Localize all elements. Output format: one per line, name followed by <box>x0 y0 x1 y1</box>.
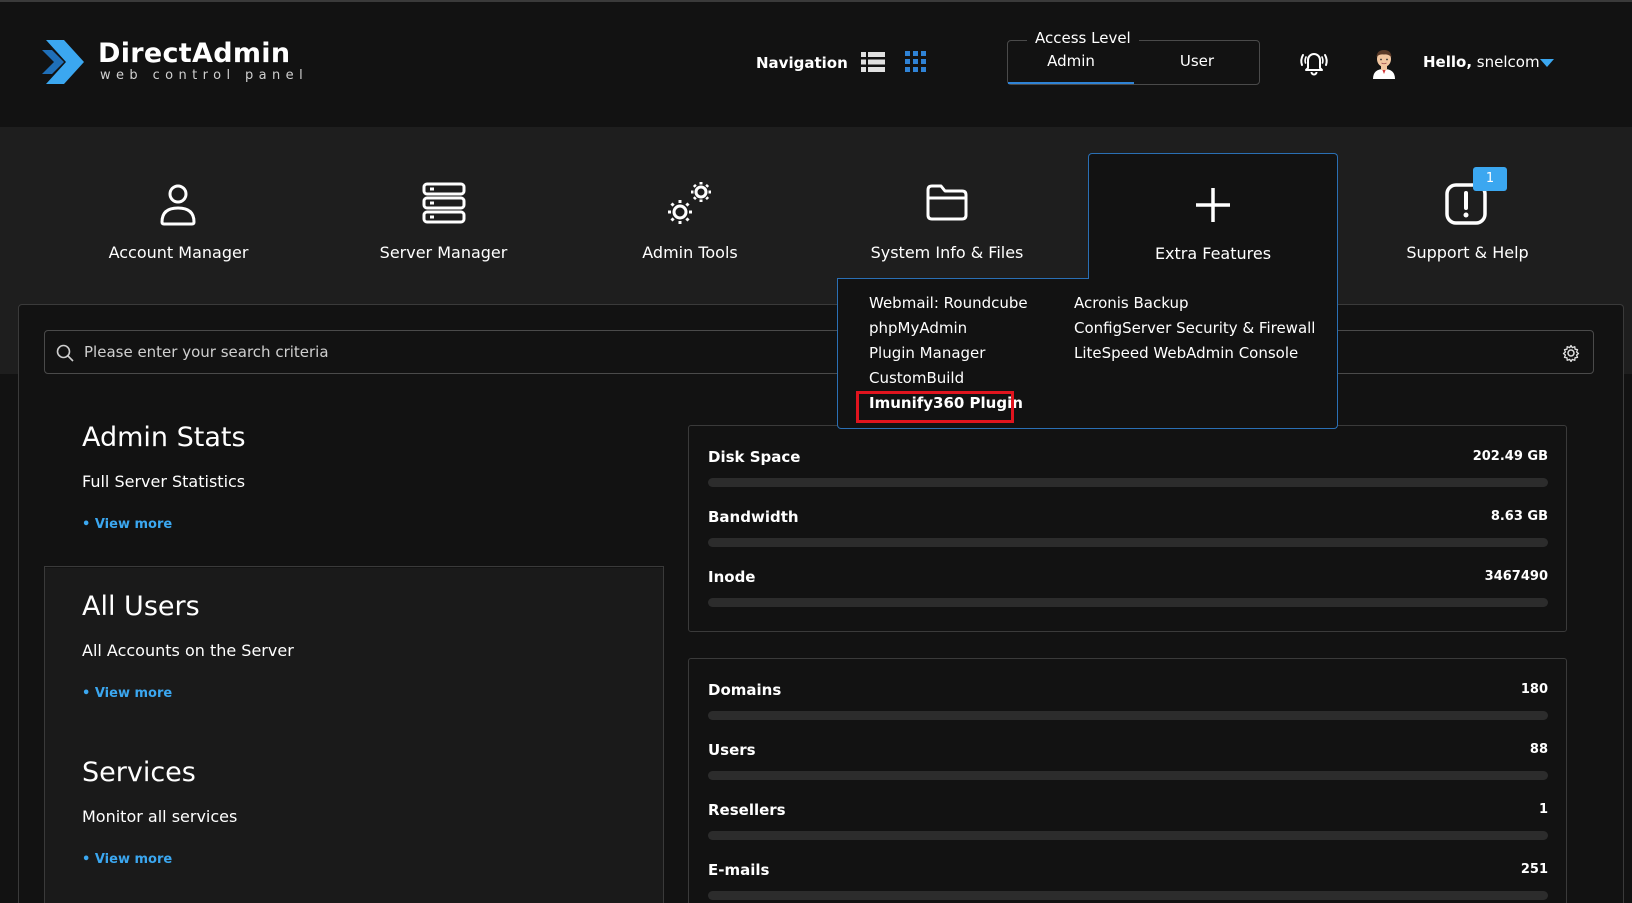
notification-bell-icon[interactable] <box>1298 47 1330 77</box>
menu-label-system-info-files: System Info & Files <box>870 243 1024 262</box>
menu-label-account-manager: Account Manager <box>108 243 249 262</box>
card-title: Services <box>82 757 196 788</box>
view-more-link[interactable]: View more <box>82 686 172 701</box>
access-level-user[interactable]: User <box>1134 52 1260 70</box>
grid-view-icon[interactable] <box>905 51 927 73</box>
card-subtitle: Full Server Statistics <box>82 472 246 491</box>
access-level-selected-indicator <box>1008 82 1134 84</box>
access-level-admin[interactable]: Admin <box>1008 52 1134 70</box>
stat-value-inode: 3467490 <box>1484 569 1548 584</box>
inode-bar <box>708 598 1548 607</box>
stat-label-resellers: Resellers <box>708 801 786 819</box>
stat-label-domains: Domains <box>708 681 782 699</box>
user-icon <box>160 184 196 226</box>
brand-name: DirectAdmin <box>98 38 291 69</box>
users-services-card: All Users All Accounts on the Server Vie… <box>45 568 663 903</box>
search-settings-gear-icon[interactable] <box>1562 344 1580 362</box>
counts-box: Domains 180 Users 88 Resellers 1 E-mails… <box>688 658 1567 903</box>
support-notification-badge: 1 <box>1473 167 1507 191</box>
menu-label-server-manager: Server Manager <box>379 243 508 262</box>
card-subtitle: Monitor all services <box>82 807 238 826</box>
usage-stats-box: Disk Space 202.49 GB Bandwidth 8.63 GB I… <box>688 425 1567 632</box>
stat-value-emails: 251 <box>1520 862 1548 877</box>
stat-label-emails: E-mails <box>708 861 770 879</box>
dropdown-item-litespeed-console[interactable]: LiteSpeed WebAdmin Console <box>1074 344 1298 362</box>
stat-value-domains: 180 <box>1520 682 1548 697</box>
search-icon <box>56 344 74 362</box>
brand-tagline: web control panel <box>100 68 309 83</box>
menu-label-extra-features: Extra Features <box>1154 244 1272 263</box>
dropdown-item-acronis-backup[interactable]: Acronis Backup <box>1074 294 1189 312</box>
users-bar <box>708 771 1548 780</box>
dropdown-item-phpmyadmin[interactable]: phpMyAdmin <box>869 319 967 337</box>
stat-label-disk-space: Disk Space <box>708 448 801 466</box>
username: snelcom <box>1476 53 1540 71</box>
greeting-text: Hello, <box>1423 53 1473 71</box>
list-view-icon[interactable] <box>861 51 885 73</box>
dropdown-item-webmail-roundcube[interactable]: Webmail: Roundcube <box>869 294 1028 312</box>
emails-bar <box>708 891 1548 900</box>
stat-value-bandwidth: 8.63 GB <box>1490 509 1548 524</box>
stat-label-users: Users <box>708 741 756 759</box>
admin-stats-card: Admin Stats Full Server Statistics View … <box>44 399 664 567</box>
user-greeting[interactable]: Hello, snelcom <box>1423 53 1540 71</box>
disk-space-bar <box>708 478 1548 487</box>
gears-icon <box>668 182 711 224</box>
dropdown-item-custombuild[interactable]: CustomBuild <box>869 369 964 387</box>
stat-label-inode: Inode <box>708 568 756 586</box>
avatar[interactable] <box>1370 47 1398 79</box>
server-icon <box>422 182 466 224</box>
plus-icon <box>1196 188 1230 222</box>
user-menu-chevron-down-icon[interactable] <box>1540 59 1554 67</box>
bandwidth-bar <box>708 538 1548 547</box>
dropdown-top-border <box>837 278 1089 279</box>
directadmin-logo-icon <box>42 40 84 84</box>
resellers-bar <box>708 831 1548 840</box>
menu-label-admin-tools: Admin Tools <box>642 243 738 262</box>
card-title: All Users <box>82 591 200 622</box>
dropdown-item-configserver-firewall[interactable]: ConfigServer Security & Firewall <box>1074 319 1315 337</box>
menu-label-support-help: Support & Help <box>1406 243 1529 262</box>
view-more-link[interactable]: View more <box>82 852 172 867</box>
card-subtitle: All Accounts on the Server <box>82 641 294 660</box>
stat-value-disk-space: 202.49 GB <box>1472 449 1548 464</box>
view-more-link[interactable]: View more <box>82 517 172 532</box>
highlight-box <box>856 391 1014 423</box>
stat-value-resellers: 1 <box>1538 802 1548 817</box>
navigation-label: Navigation <box>756 54 848 72</box>
logo[interactable]: DirectAdmin web control panel <box>42 36 308 88</box>
access-level-title: Access Level <box>1027 29 1139 47</box>
stat-value-users: 88 <box>1529 742 1548 757</box>
folder-icon <box>926 184 968 221</box>
dropdown-item-plugin-manager[interactable]: Plugin Manager <box>869 344 985 362</box>
stat-label-bandwidth: Bandwidth <box>708 508 799 526</box>
card-title: Admin Stats <box>82 422 246 453</box>
domains-bar <box>708 711 1548 720</box>
